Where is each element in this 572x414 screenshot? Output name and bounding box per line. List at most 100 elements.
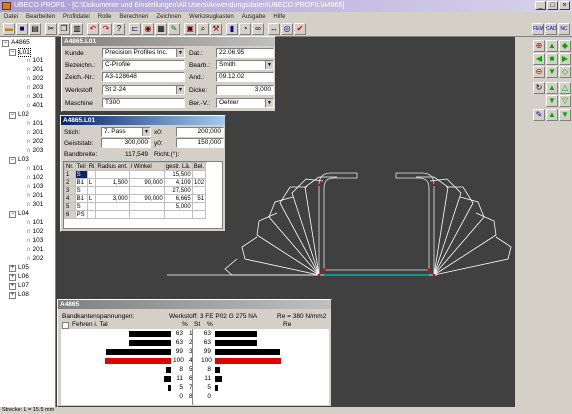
chevron-down-icon[interactable]: ▼ xyxy=(265,61,273,69)
table-cell[interactable] xyxy=(86,210,97,219)
tree-leaf[interactable]: ∩ 301 xyxy=(26,93,43,100)
table-cell[interactable]: PS xyxy=(74,210,88,219)
table-cell[interactable] xyxy=(163,210,193,219)
tree-leaf[interactable]: ∩ 101 xyxy=(26,57,43,64)
table-row[interactable]: 3 S 27,500 xyxy=(64,186,207,195)
table-cell[interactable] xyxy=(86,202,97,211)
table-cell[interactable] xyxy=(86,170,97,179)
table-cell[interactable]: 6 xyxy=(64,210,76,219)
tree-leaf[interactable]: ∩ 202 xyxy=(26,138,43,145)
tree-leaf[interactable]: ∩ 401 xyxy=(26,102,43,109)
y0-field[interactable]: 150,000 xyxy=(176,138,224,148)
move-up-icon[interactable]: ◆ xyxy=(559,40,571,52)
calc-icon[interactable]: ▦ xyxy=(155,23,167,35)
chevron-down-icon[interactable]: ▼ xyxy=(265,99,273,107)
undo-icon[interactable]: ↶ xyxy=(87,23,99,35)
view-icon[interactable]: ▣ xyxy=(184,23,196,35)
table-cell[interactable]: 1,500 xyxy=(95,178,130,187)
maximize-button[interactable]: □ xyxy=(547,1,558,10)
tree-leaf[interactable]: ∩ 101 xyxy=(26,120,43,127)
tab-nc[interactable]: NC xyxy=(558,23,570,35)
table-cell[interactable]: 5 xyxy=(64,202,76,211)
table-cell[interactable]: 6,665 xyxy=(163,194,193,203)
tree-leaf[interactable]: ∩ 202 xyxy=(26,75,43,82)
cut-icon[interactable]: ✂ xyxy=(45,23,57,35)
table-cell[interactable] xyxy=(128,202,165,211)
berv-field[interactable]: Oehler ▼ xyxy=(216,98,274,108)
menu-datei[interactable]: Datei xyxy=(4,14,18,20)
table-cell[interactable]: L xyxy=(86,194,97,203)
up-small2-icon[interactable]: △ xyxy=(559,82,571,94)
tree-item-l02[interactable]: L02 xyxy=(18,111,29,118)
tree-leaf[interactable]: ∩ 201 xyxy=(26,192,43,199)
table-cell[interactable] xyxy=(128,210,165,219)
table-header[interactable]: Radius ent. xyxy=(95,162,130,171)
menu-profildatei[interactable]: Profildatei xyxy=(63,14,90,20)
tree-leaf[interactable]: ∩ 203 xyxy=(26,84,43,91)
table-cell[interactable]: 4,109 xyxy=(163,178,193,187)
arrow-down-icon[interactable]: ▼ xyxy=(546,66,558,78)
tree-expand-icon[interactable]: + xyxy=(9,265,16,272)
print-icon[interactable]: ▤ xyxy=(29,23,41,35)
zeich-field[interactable]: A3-128648 xyxy=(102,72,185,82)
table-cell[interactable]: 51 xyxy=(191,194,207,203)
dicke-field[interactable]: 3,000 xyxy=(216,85,274,95)
tree-item-l03[interactable]: L03 xyxy=(18,156,29,163)
tree-item-l05[interactable]: L05 xyxy=(18,264,29,271)
tab-cad[interactable]: CAD xyxy=(545,23,557,35)
step-up-icon[interactable]: ▲ xyxy=(546,109,558,121)
help-icon[interactable]: ? xyxy=(113,23,125,35)
redo-icon[interactable]: ↷ xyxy=(100,23,112,35)
tree-expand-icon[interactable]: − xyxy=(9,49,16,56)
chevron-down-icon[interactable]: ▼ xyxy=(142,128,150,136)
fehren-checkbox[interactable] xyxy=(62,322,69,329)
table-cell[interactable] xyxy=(95,170,130,179)
check-icon[interactable]: ✔ xyxy=(294,23,306,35)
tree-collapse-icon[interactable]: − xyxy=(2,40,9,47)
tree-leaf[interactable]: ∩ 102 xyxy=(26,228,43,235)
rotate-icon[interactable]: ↻ xyxy=(533,82,545,94)
tab-fem[interactable]: FEM xyxy=(532,23,544,35)
tree-leaf[interactable]: ∩ 103 xyxy=(26,183,43,190)
tree-expand-icon[interactable]: − xyxy=(9,211,16,218)
down-small-icon[interactable]: ▼ xyxy=(546,95,558,107)
tree-expand-icon[interactable]: − xyxy=(9,112,16,119)
table-cell[interactable] xyxy=(95,186,130,195)
table-cell[interactable] xyxy=(128,186,165,195)
tree-leaf[interactable]: ∩ 202 xyxy=(26,255,43,262)
table-cell[interactable]: 4 xyxy=(64,194,76,203)
pencil-icon[interactable]: ✎ xyxy=(533,109,545,121)
tree-expand-icon[interactable]: + xyxy=(9,283,16,290)
tree-leaf[interactable]: ∩ 101 xyxy=(26,165,43,172)
bearb-field[interactable]: Smith ▼ xyxy=(216,60,274,70)
dat-field[interactable]: 22.06.95 xyxy=(216,48,274,58)
copy-icon[interactable]: ❐ xyxy=(58,23,70,35)
table-cell[interactable]: S xyxy=(74,202,88,211)
tree-leaf[interactable]: ∩ 101 xyxy=(26,219,43,226)
table-row[interactable]: 4 B1 L 3,000 90,000 6,665 51 xyxy=(64,194,207,203)
table-cell[interactable]: B1 xyxy=(74,178,88,187)
step-down-icon[interactable]: ▼ xyxy=(559,109,571,121)
table-cell[interactable]: 2 xyxy=(64,178,76,187)
table-cell[interactable]: 90,000 xyxy=(128,178,165,187)
minimize-button[interactable]: _ xyxy=(535,1,546,10)
table-cell[interactable]: 3,000 xyxy=(95,194,130,203)
measure-icon[interactable]: ↔ xyxy=(268,23,280,35)
arrow-right-icon[interactable]: ▶ xyxy=(559,53,571,65)
zoom-icon[interactable]: ⌕ xyxy=(197,23,209,35)
table-header[interactable]: l Winkel xyxy=(128,162,165,171)
table-row[interactable]: 6 PS xyxy=(64,210,207,219)
up-small-icon[interactable]: ▲ xyxy=(546,82,558,94)
stich-field[interactable]: 7. Pass ▼ xyxy=(101,127,151,137)
save-icon[interactable]: ■ xyxy=(16,23,28,35)
kunde-field[interactable]: Precision Profiles Inc. ▼ xyxy=(102,48,185,58)
table-cell[interactable]: 1 xyxy=(64,170,76,179)
elements-table[interactable]: Nr. Teil Ri Radius ent. l Winkel gestr. Lä. Be… xyxy=(63,161,223,229)
table-cell[interactable] xyxy=(95,210,130,219)
book-icon[interactable]: ▮ xyxy=(226,23,238,35)
tree-item-l01[interactable]: L01 xyxy=(18,48,31,57)
tree-leaf[interactable]: ∩ 301 xyxy=(26,201,43,208)
table-cell[interactable]: 15,500 xyxy=(163,170,193,179)
roll-icon[interactable]: ◉ xyxy=(142,23,154,35)
tree-leaf[interactable]: ∩ 201 xyxy=(26,129,43,136)
